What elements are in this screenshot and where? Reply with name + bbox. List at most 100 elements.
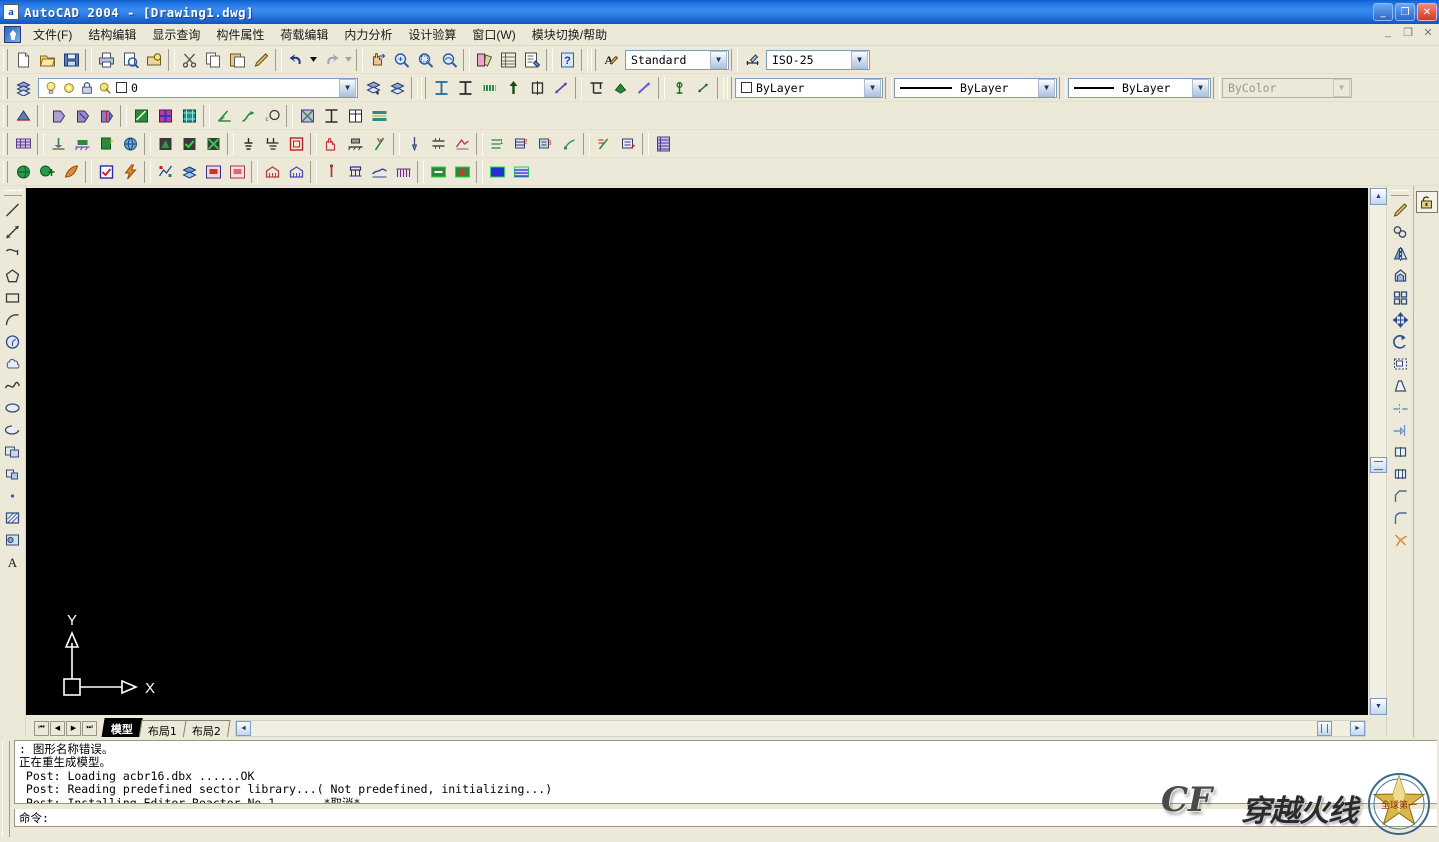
- vertical-scroll-track[interactable]: [1370, 205, 1387, 698]
- offset-icon[interactable]: [1389, 265, 1411, 287]
- mdi-minimize-button[interactable]: _: [1381, 26, 1395, 39]
- command-window-grip[interactable]: [2, 741, 10, 837]
- continue-dimension-icon[interactable]: [584, 76, 608, 99]
- drawing-canvas[interactable]: Y X: [26, 188, 1368, 715]
- chevron-down-icon[interactable]: ▼: [339, 78, 356, 97]
- revision-cloud-icon[interactable]: [2, 353, 24, 375]
- scroll-left-button[interactable]: ◄: [236, 720, 251, 736]
- plumb-icon[interactable]: [402, 132, 426, 155]
- layer-previous-icon[interactable]: [361, 76, 385, 99]
- chamfer-icon[interactable]: [1389, 485, 1411, 507]
- angle-icon[interactable]: [212, 104, 236, 127]
- new-icon[interactable]: [11, 48, 35, 71]
- command-input-line[interactable]: 命令:: [14, 809, 1437, 827]
- foundation-icon[interactable]: [343, 160, 367, 183]
- horizontal-scroll-track[interactable]: [251, 720, 1350, 736]
- dimension-style-combo[interactable]: ISO-25 ▼: [766, 49, 870, 70]
- report-1-icon[interactable]: [592, 132, 616, 155]
- section-icon[interactable]: [319, 104, 343, 127]
- tri-load-icon[interactable]: [153, 132, 177, 155]
- undo-dropdown-icon[interactable]: [308, 48, 319, 71]
- close-button[interactable]: ✕: [1417, 3, 1437, 21]
- check-load-icon[interactable]: [177, 132, 201, 155]
- make-object-layer-current-icon[interactable]: [385, 76, 409, 99]
- polygon-icon[interactable]: [2, 265, 24, 287]
- cross-mesh-icon[interactable]: [295, 104, 319, 127]
- hand-wave-icon[interactable]: [319, 132, 343, 155]
- arrow-curve-icon[interactable]: [236, 104, 260, 127]
- dimension-update-icon[interactable]: [608, 76, 632, 99]
- table-book-icon[interactable]: [651, 132, 675, 155]
- text-style-icon[interactable]: A: [599, 48, 623, 71]
- menu-item-structure-edit[interactable]: 结构编辑: [80, 24, 144, 45]
- insert-block-icon[interactable]: [2, 441, 24, 463]
- tab-first-button[interactable]: ⏮: [34, 720, 49, 736]
- layer-properties-icon[interactable]: [11, 76, 35, 99]
- help-icon[interactable]: ?: [555, 48, 579, 71]
- raft-icon[interactable]: [391, 160, 415, 183]
- explode-icon[interactable]: [1389, 529, 1411, 551]
- array-icon[interactable]: [1389, 287, 1411, 309]
- toolbar-grip[interactable]: [3, 132, 8, 155]
- ellipse-arc-icon[interactable]: [2, 419, 24, 441]
- layer-combo[interactable]: 0 ▼: [38, 77, 358, 98]
- vertical-scroll-thumb[interactable]: [1370, 457, 1387, 473]
- calc-3-icon[interactable]: 3: [533, 132, 557, 155]
- ellipse-icon[interactable]: [2, 397, 24, 419]
- menu-item-module-help[interactable]: 模块切换/帮助: [524, 24, 615, 45]
- rotate-icon[interactable]: [1389, 331, 1411, 353]
- box-icon[interactable]: [284, 132, 308, 155]
- pkpm-app-icon[interactable]: [4, 26, 21, 43]
- line-icon[interactable]: [2, 199, 24, 221]
- menu-item-display-query[interactable]: 显示查询: [144, 24, 208, 45]
- linetype-combo[interactable]: ByLayer ▼: [894, 77, 1057, 98]
- soil-icon[interactable]: [367, 160, 391, 183]
- calc-1-icon[interactable]: 1: [485, 132, 509, 155]
- lineweight-combo[interactable]: ByLayer ▼: [1068, 77, 1211, 98]
- mirror-icon[interactable]: [1389, 243, 1411, 265]
- break-icon[interactable]: [1389, 463, 1411, 485]
- scroll-up-button[interactable]: ▲: [1370, 188, 1387, 205]
- tool-palettes-icon[interactable]: [520, 48, 544, 71]
- plus-green-icon[interactable]: [450, 160, 474, 183]
- plot-icon[interactable]: [94, 48, 118, 71]
- redo-dropdown-icon[interactable]: [343, 48, 354, 71]
- panel-red-icon[interactable]: [201, 160, 225, 183]
- blue-block-icon[interactable]: [485, 160, 509, 183]
- circle-icon[interactable]: [2, 331, 24, 353]
- base-icon[interactable]: [70, 132, 94, 155]
- menu-item-file[interactable]: 文件(F): [25, 24, 80, 45]
- quick-dimension-icon[interactable]: [525, 76, 549, 99]
- spline-icon[interactable]: [2, 375, 24, 397]
- chart-icon[interactable]: [153, 160, 177, 183]
- globe-icon[interactable]: [11, 160, 35, 183]
- match-properties-icon[interactable]: [249, 48, 273, 71]
- slab-icon[interactable]: [153, 104, 177, 127]
- cross-load-icon[interactable]: [201, 132, 225, 155]
- roof-blue-icon[interactable]: [284, 160, 308, 183]
- object-color-combo[interactable]: ByLayer ▼: [735, 77, 883, 98]
- toolbar-grip[interactable]: [727, 76, 732, 99]
- layers-blue-icon[interactable]: [177, 160, 201, 183]
- plot-preview-icon[interactable]: [118, 48, 142, 71]
- rectangle-icon[interactable]: [2, 287, 24, 309]
- save-icon[interactable]: [59, 48, 83, 71]
- axis-grid-icon[interactable]: [11, 104, 35, 127]
- move-icon[interactable]: [1389, 309, 1411, 331]
- support-icon[interactable]: [46, 132, 70, 155]
- toolbar-grip[interactable]: [1391, 190, 1409, 196]
- platform-icon[interactable]: [343, 132, 367, 155]
- beam-load-icon[interactable]: [426, 132, 450, 155]
- publish-icon[interactable]: [142, 48, 166, 71]
- tab-last-button[interactable]: ⏭: [82, 720, 97, 736]
- pan-realtime-icon[interactable]: [365, 48, 389, 71]
- mdi-restore-button[interactable]: ❐: [1401, 26, 1415, 39]
- extend-icon[interactable]: [1389, 419, 1411, 441]
- tab-next-button[interactable]: ▶: [66, 720, 81, 736]
- restore-button[interactable]: ❐: [1395, 3, 1415, 21]
- wall-icon[interactable]: [129, 104, 153, 127]
- chevron-down-icon[interactable]: ▼: [710, 50, 727, 69]
- menu-item-design-check[interactable]: 设计验算: [400, 24, 464, 45]
- calc-4-icon[interactable]: [557, 132, 581, 155]
- scale-icon[interactable]: [1389, 353, 1411, 375]
